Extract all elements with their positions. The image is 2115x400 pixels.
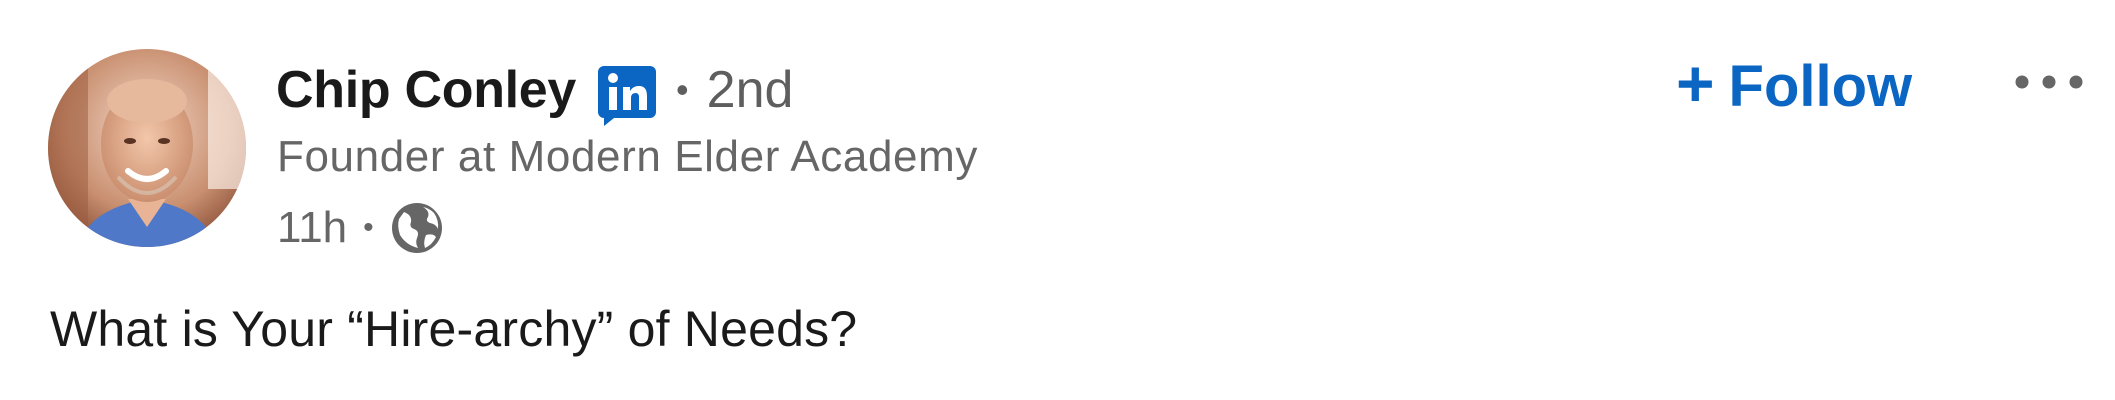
- degree-separator: •: [676, 69, 689, 110]
- feed-post-header: Chip Conley • 2nd Founder at Modern Elde…: [0, 0, 2115, 400]
- post-commentary: What is Your “Hire-archy” of Needs?: [50, 301, 858, 357]
- plus-icon: +: [1676, 46, 1715, 120]
- actor-name-row: Chip Conley • 2nd: [276, 54, 793, 126]
- follow-label: Follow: [1728, 53, 1913, 119]
- more-options-button[interactable]: [2010, 56, 2115, 116]
- post-meta: 11h •: [277, 198, 444, 258]
- meta-separator: •: [363, 211, 374, 244]
- actor-avatar[interactable]: [48, 49, 246, 247]
- actor-headline: Founder at Modern Elder Academy: [277, 132, 978, 181]
- post-timestamp: 11h: [277, 203, 348, 252]
- actor-name[interactable]: Chip Conley: [276, 60, 576, 120]
- ellipsis-icon: [2015, 75, 2083, 89]
- globe-icon: [391, 203, 442, 253]
- avatar-photo: [48, 49, 246, 247]
- follow-button[interactable]: + Follow: [1668, 46, 1920, 126]
- connection-degree: 2nd: [706, 61, 794, 119]
- linkedin-premium-icon: [598, 66, 657, 126]
